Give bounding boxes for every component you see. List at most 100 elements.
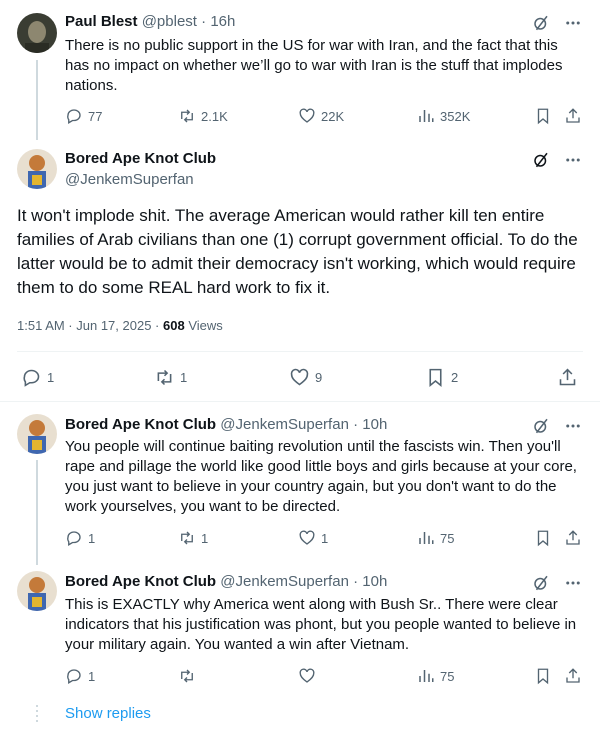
post-date[interactable]: 1:51 AM · Jun 17, 2025 bbox=[17, 318, 151, 333]
bookmark-icon bbox=[537, 108, 549, 125]
more-icon[interactable] bbox=[564, 574, 582, 592]
more-icon[interactable] bbox=[564, 417, 582, 435]
bookmark-icon bbox=[537, 530, 549, 547]
author-handle[interactable]: @JenkemSuperfan bbox=[65, 171, 194, 188]
more-icon[interactable] bbox=[564, 151, 582, 169]
post-meta: 1:51 AM · Jun 17, 2025 · 608 Views bbox=[17, 318, 223, 333]
views-label: Views bbox=[184, 318, 223, 333]
divider bbox=[0, 401, 600, 402]
reply-icon bbox=[67, 531, 81, 546]
separator: · bbox=[353, 416, 359, 433]
reply-count: 1 bbox=[88, 668, 96, 684]
repost-count: 1 bbox=[201, 530, 209, 546]
bookmark-button[interactable]: 2 bbox=[425, 367, 458, 388]
like-icon bbox=[290, 368, 309, 386]
bookmark-button[interactable] bbox=[534, 529, 552, 547]
share-icon bbox=[559, 368, 576, 386]
repost-icon bbox=[181, 109, 193, 123]
views-icon bbox=[419, 670, 434, 682]
reply-count: 1 bbox=[47, 370, 55, 385]
repost-icon bbox=[157, 369, 172, 386]
post-text: You people will continue baiting revolut… bbox=[65, 438, 577, 515]
thread-line bbox=[36, 60, 38, 140]
like-button[interactable] bbox=[298, 667, 316, 685]
avatar-paul[interactable] bbox=[17, 13, 57, 53]
author-handle[interactable]: @JenkemSuperfan bbox=[220, 573, 349, 590]
author-handle[interactable]: @JenkemSuperfan bbox=[220, 416, 349, 433]
like-button[interactable]: 1 bbox=[298, 529, 328, 547]
repost-count: 2.1K bbox=[201, 108, 228, 124]
reply-button[interactable]: 77 bbox=[65, 107, 102, 125]
timestamp[interactable]: 10h bbox=[362, 416, 387, 433]
avatar-focused[interactable] bbox=[17, 149, 57, 189]
reply-count: 1 bbox=[88, 530, 96, 546]
avatar-reply1[interactable] bbox=[17, 414, 57, 454]
timestamp[interactable]: 10h bbox=[362, 573, 387, 590]
reply-count: 77 bbox=[88, 108, 103, 124]
post-actions: 1 1 9 2 bbox=[17, 367, 583, 389]
repost-button[interactable]: 1 bbox=[178, 529, 208, 547]
grok-icon[interactable] bbox=[532, 417, 550, 435]
repost-button[interactable]: 2.1K bbox=[178, 107, 228, 125]
author-name[interactable]: Bored Ape Knot Club bbox=[65, 150, 216, 167]
like-icon bbox=[299, 108, 315, 123]
views-button[interactable]: 75 bbox=[417, 529, 454, 547]
divider bbox=[17, 351, 583, 352]
repost-count: 1 bbox=[180, 370, 188, 385]
grok-icon[interactable] bbox=[532, 574, 550, 592]
repost-icon bbox=[181, 669, 193, 683]
like-count: 9 bbox=[315, 370, 323, 385]
reply-icon bbox=[23, 369, 40, 387]
show-replies-link[interactable]: Show replies bbox=[65, 705, 151, 722]
reply-icon bbox=[67, 669, 81, 684]
post-actions: 77 2.1K 22K 352K bbox=[65, 107, 585, 127]
author-name[interactable]: Bored Ape Knot Club bbox=[65, 573, 216, 590]
post-header-icons bbox=[532, 417, 582, 435]
views-count: 608 bbox=[163, 318, 185, 333]
reply-button[interactable]: 1 bbox=[65, 667, 95, 685]
repost-icon bbox=[181, 531, 193, 545]
share-button[interactable] bbox=[564, 529, 582, 547]
separator: · bbox=[201, 13, 207, 30]
share-button[interactable] bbox=[557, 367, 578, 388]
views-icon bbox=[419, 532, 434, 544]
thread-dots bbox=[36, 705, 38, 725]
share-button[interactable] bbox=[564, 667, 582, 685]
more-icon[interactable] bbox=[564, 14, 582, 32]
post-header-icons bbox=[532, 574, 582, 592]
views-button[interactable]: 75 bbox=[417, 667, 454, 685]
views-icon bbox=[419, 110, 434, 122]
share-icon bbox=[566, 668, 580, 683]
author-name[interactable]: Bored Ape Knot Club bbox=[65, 416, 216, 433]
bookmark-button[interactable] bbox=[534, 667, 552, 685]
like-button[interactable]: 22K bbox=[298, 107, 344, 125]
like-button[interactable]: 9 bbox=[289, 367, 322, 388]
share-button[interactable] bbox=[564, 107, 582, 125]
post-text: There is no public support in the US for… bbox=[65, 37, 563, 94]
share-icon bbox=[566, 108, 580, 123]
post-header-icons bbox=[532, 151, 582, 169]
reply-button[interactable]: 1 bbox=[21, 367, 54, 388]
like-icon bbox=[299, 668, 315, 683]
avatar-image bbox=[17, 149, 57, 189]
post-text: It won't implode shit. The average Ameri… bbox=[17, 206, 578, 297]
bookmark-button[interactable] bbox=[534, 107, 552, 125]
views-count: 75 bbox=[440, 668, 455, 684]
post-actions: 1 1 1 75 bbox=[65, 529, 585, 549]
grok-icon[interactable] bbox=[532, 151, 550, 169]
bookmark-icon bbox=[429, 368, 442, 388]
repost-button[interactable]: 1 bbox=[154, 367, 187, 388]
like-count: 22K bbox=[321, 108, 345, 124]
author-name[interactable]: Paul Blest bbox=[65, 13, 138, 30]
reply-button[interactable]: 1 bbox=[65, 529, 95, 547]
grok-icon[interactable] bbox=[532, 14, 550, 32]
repost-button[interactable] bbox=[178, 667, 196, 685]
timestamp[interactable]: 16h bbox=[210, 13, 235, 30]
like-icon bbox=[299, 530, 315, 545]
avatar-reply2[interactable] bbox=[17, 571, 57, 611]
author-handle[interactable]: @pblest bbox=[142, 13, 197, 30]
views-count: 75 bbox=[440, 530, 455, 546]
post-header-icons bbox=[532, 14, 582, 32]
separator: · bbox=[353, 573, 359, 590]
views-button[interactable]: 352K bbox=[417, 107, 470, 125]
